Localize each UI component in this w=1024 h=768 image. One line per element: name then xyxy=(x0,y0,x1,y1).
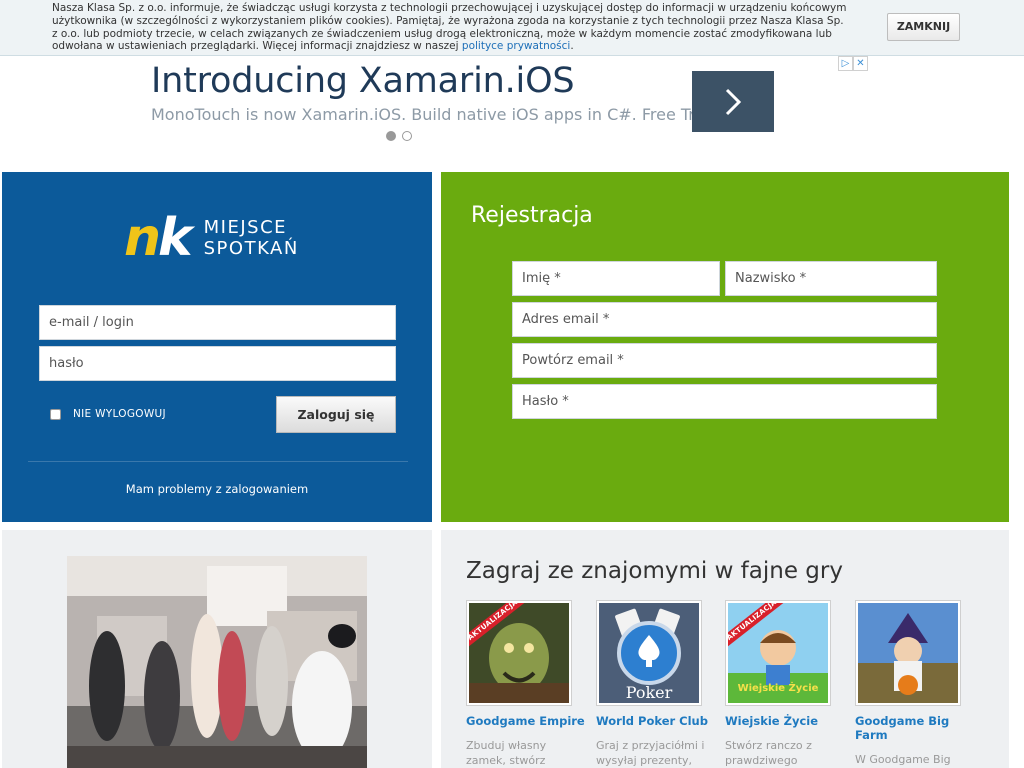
games-panel: Zagraj ze znajomymi w fajne gry AKTUALIZ… xyxy=(441,530,1009,768)
game-thumbnail[interactable]: Wiejskie Życie AKTUALIZACJA xyxy=(725,600,831,706)
ad-dot-1[interactable] xyxy=(386,131,396,141)
video-panel xyxy=(2,530,432,768)
password-input[interactable]: hasło xyxy=(39,346,396,381)
last-name-input[interactable]: Nazwisko * xyxy=(725,261,937,296)
poker-logo-text: Poker xyxy=(625,683,673,702)
privacy-policy-link[interactable]: polityce prywatności xyxy=(462,40,570,52)
remember-me-label[interactable]: NIE WYLOGOWUJ xyxy=(73,408,166,420)
ad-choices-icon[interactable]: ▷ xyxy=(838,56,853,71)
tagline-line-2: SPOTKAŃ xyxy=(203,238,299,259)
goodgame-big-farm-image xyxy=(858,603,958,703)
game-description: Zbuduj własny zamek, stwórz xyxy=(466,739,547,767)
remember-me[interactable]: NIE WYLOGOWUJ xyxy=(50,408,166,420)
email-login-input[interactable]: e-mail / login xyxy=(39,305,396,340)
game-name[interactable]: Goodgame Big Farm xyxy=(855,714,975,742)
chevron-right-icon xyxy=(725,88,742,115)
repeat-email-input[interactable]: Powtórz email * xyxy=(512,343,937,378)
ad-choices[interactable]: ▷ ✕ xyxy=(838,56,868,71)
nk-logo-letter-n: n xyxy=(124,208,161,268)
ad-subtitle[interactable]: MonoTouch is now Xamarin.iOS. Build nati… xyxy=(151,105,719,124)
nk-logo-mark: nk xyxy=(124,208,193,268)
goodgame-empire-image xyxy=(469,603,569,703)
games-title: Zagraj ze znajomymi w fajne gry xyxy=(466,558,843,584)
game-card[interactable]: Poker World Poker Club Graj z przyjaciół… xyxy=(596,600,716,768)
game-description: Graj z przyjaciółmi i wysyłaj prezenty, xyxy=(596,739,705,767)
login-button[interactable]: Zaloguj się xyxy=(276,396,396,433)
logo-tagline: MIEJSCE SPOTKAŃ xyxy=(204,217,299,259)
ad-banner[interactable]: Introducing Xamarin.iOS MonoTouch is now… xyxy=(0,56,1024,166)
ad-pagination xyxy=(386,131,412,141)
register-password-input[interactable]: Hasło * xyxy=(512,384,937,419)
cookie-text-suffix: . xyxy=(570,40,574,53)
game-thumbnail[interactable]: AKTUALIZACJA xyxy=(466,600,572,706)
game-description: Stwórz ranczo z prawdziwego xyxy=(725,739,812,767)
video-thumbnail[interactable] xyxy=(67,556,367,768)
farm-logo-text: Wiejskie Życie xyxy=(737,683,819,694)
ad-close-icon[interactable]: ✕ xyxy=(853,56,868,71)
login-help-link[interactable]: Mam problemy z zalogowaniem xyxy=(2,482,432,496)
cookie-notice-text: Nasza Klasa Sp. z o.o. informuje, że świ… xyxy=(52,2,852,53)
login-divider xyxy=(28,461,408,462)
game-thumbnail[interactable]: Poker xyxy=(596,600,702,706)
register-title: Rejestracja xyxy=(471,203,593,228)
tagline-line-1: MIEJSCE xyxy=(203,217,288,238)
ad-next-button[interactable] xyxy=(692,71,774,132)
game-name[interactable]: World Poker Club xyxy=(596,714,716,728)
first-name-input[interactable]: Imię * xyxy=(512,261,720,296)
video-image xyxy=(67,556,367,768)
game-card[interactable]: Goodgame Big Farm W Goodgame Big xyxy=(855,600,975,767)
cookie-bar: Nasza Klasa Sp. z o.o. informuje, że świ… xyxy=(0,0,1024,56)
game-description: W Goodgame Big xyxy=(855,753,951,766)
game-name[interactable]: Wiejskie Życie xyxy=(725,714,845,728)
game-name[interactable]: Goodgame Empire xyxy=(466,714,586,728)
nk-logo[interactable]: nk MIEJSCE SPOTKAŃ xyxy=(124,212,299,264)
game-card[interactable]: Wiejskie Życie AKTUALIZACJA Wiejskie Życ… xyxy=(725,600,845,768)
login-panel: nk MIEJSCE SPOTKAŃ e-mail / login hasło … xyxy=(2,172,432,522)
register-panel: Rejestracja Imię * Nazwisko * Adres emai… xyxy=(441,172,1009,522)
game-card[interactable]: AKTUALIZACJA Goodgame Empire Zbuduj włas… xyxy=(466,600,586,768)
remember-me-checkbox[interactable] xyxy=(50,408,61,420)
close-cookie-button[interactable]: ZAMKNIJ xyxy=(887,13,960,41)
cookie-text-body: Nasza Klasa Sp. z o.o. informuje, że świ… xyxy=(52,2,847,53)
game-thumbnail[interactable] xyxy=(855,600,961,706)
ad-title[interactable]: Introducing Xamarin.iOS xyxy=(151,61,575,101)
ad-dot-2[interactable] xyxy=(402,131,412,141)
email-input[interactable]: Adres email * xyxy=(512,302,937,337)
